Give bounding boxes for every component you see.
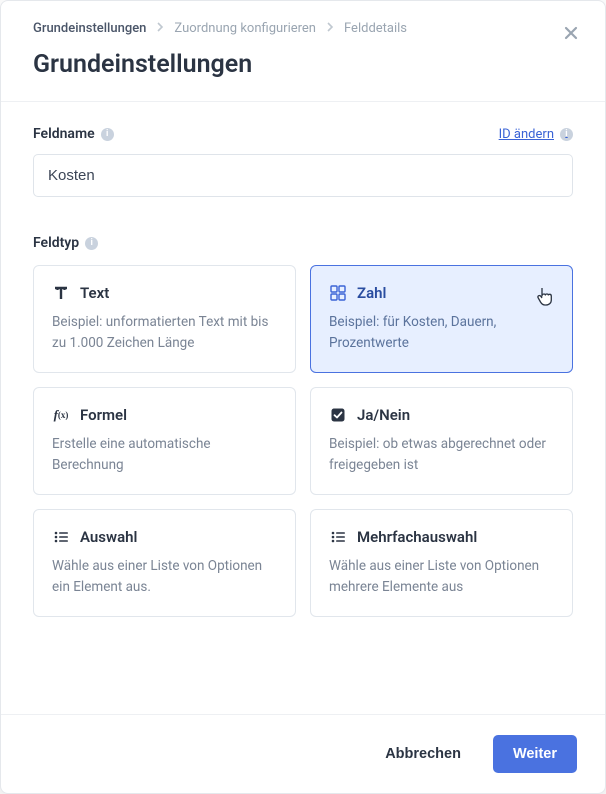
page-title: Grundeinstellungen: [1, 36, 605, 102]
breadcrumb-step-2[interactable]: Zuordnung konfigurieren: [174, 21, 316, 36]
modal-body: Feldname i ID ändern i Feldtyp i Text: [1, 102, 605, 714]
fieldtype-option-text[interactable]: Text Beispiel: unformatierten Text mit b…: [33, 265, 296, 373]
breadcrumb-step-1[interactable]: Grundeinstellungen: [33, 21, 146, 36]
fieldtype-grid: Text Beispiel: unformatierten Text mit b…: [33, 265, 573, 617]
breadcrumb: Grundeinstellungen Zuordnung konfigurier…: [1, 1, 605, 36]
fieldname-input[interactable]: [33, 154, 573, 197]
formula-icon: f(x): [52, 406, 70, 424]
cancel-button[interactable]: Abbrechen: [365, 735, 481, 773]
breadcrumb-step-3[interactable]: Felddetails: [344, 21, 407, 36]
chevron-right-icon: [156, 21, 164, 36]
option-title: Mehrfachauswahl: [357, 528, 477, 546]
cursor-pointer-icon: [536, 286, 554, 306]
fieldtype-label: Feldtyp i: [33, 235, 573, 251]
close-button[interactable]: [563, 23, 579, 45]
info-icon[interactable]: i: [101, 128, 114, 141]
modal-footer: Abbrechen Weiter: [1, 714, 605, 793]
fieldtype-option-multiselect[interactable]: Mehrfachauswahl Wähle aus einer Liste vo…: [310, 509, 573, 617]
text-icon: [52, 284, 70, 302]
fieldname-label: Feldname i: [33, 126, 114, 142]
fieldtype-option-boolean[interactable]: Ja/Nein Beispiel: ob etwas abgerechnet o…: [310, 387, 573, 495]
option-title: Formel: [80, 406, 127, 424]
change-id-link[interactable]: ID ändern i: [499, 127, 573, 142]
option-desc: Beispiel: für Kosten, Dauern, Prozentwer…: [329, 312, 554, 354]
fieldtype-option-number[interactable]: Zahl Beispiel: für Kosten, Dauern, Proze…: [310, 265, 573, 373]
fieldtype-option-select[interactable]: Auswahl Wähle aus einer Liste von Option…: [33, 509, 296, 617]
option-title: Text: [80, 284, 109, 302]
option-desc: Wähle aus einer Liste von Optionen mehre…: [329, 556, 554, 598]
fieldtype-option-formula[interactable]: f(x) Formel Erstelle eine automatische B…: [33, 387, 296, 495]
chevron-right-icon: [326, 21, 334, 36]
option-desc: Wähle aus einer Liste von Optionen ein E…: [52, 556, 277, 598]
option-title: Ja/Nein: [357, 406, 410, 424]
info-icon[interactable]: i: [560, 128, 573, 141]
next-button[interactable]: Weiter: [493, 735, 577, 773]
close-icon: [563, 21, 579, 46]
checkbox-icon: [329, 406, 347, 424]
modal: Grundeinstellungen Zuordnung konfigurier…: [0, 0, 606, 794]
list-icon: [329, 528, 347, 546]
info-icon[interactable]: i: [85, 237, 98, 250]
number-icon: [329, 284, 347, 302]
option-desc: Beispiel: unformatierten Text mit bis zu…: [52, 312, 277, 354]
option-desc: Erstelle eine automatische Berechnung: [52, 434, 277, 476]
option-title: Auswahl: [80, 528, 137, 546]
option-desc: Beispiel: ob etwas abgerechnet oder frei…: [329, 434, 554, 476]
list-icon: [52, 528, 70, 546]
option-title: Zahl: [357, 284, 386, 302]
